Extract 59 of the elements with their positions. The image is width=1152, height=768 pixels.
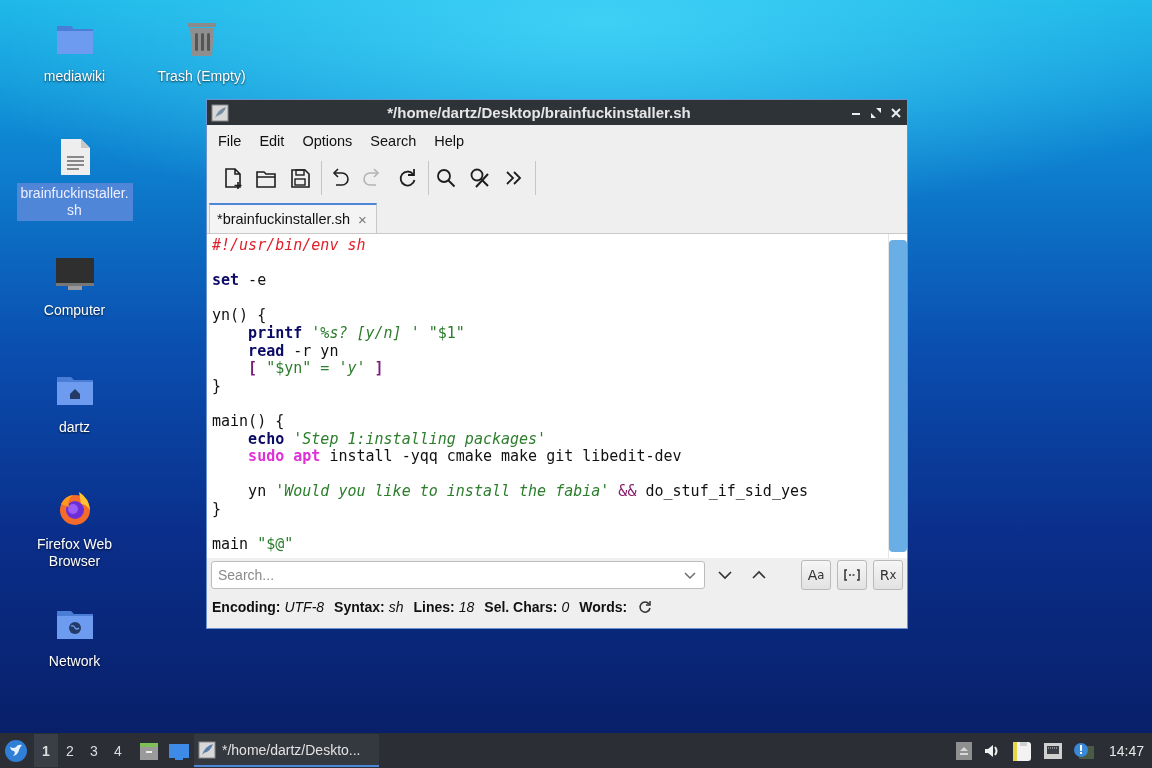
window-title: */home/dartz/Desktop/brainfuckinstaller.sh xyxy=(386,104,692,121)
maximize-icon[interactable] xyxy=(869,105,883,120)
code-line: } xyxy=(212,500,223,519)
whole-word-button[interactable] xyxy=(837,560,867,590)
scrollbar[interactable] xyxy=(888,234,907,558)
icon-label[interactable]: Network xyxy=(16,651,133,672)
status-label: Encoding: xyxy=(212,599,281,615)
workspace-button[interactable]: 2 xyxy=(58,734,82,767)
window-title: */home/dartz/Deskto... xyxy=(222,741,361,758)
eject-icon[interactable] xyxy=(954,740,973,761)
code-line: [ "$yn" = 'y' ] xyxy=(247,360,385,378)
workspace-button[interactable]: 4 xyxy=(106,734,130,767)
status-label: Sel. Chars: xyxy=(484,599,558,615)
search-field[interactable]: Search... xyxy=(211,561,705,589)
workspace-button[interactable]: 1 xyxy=(34,734,58,767)
menu-item[interactable]: File xyxy=(209,129,251,153)
code-line: yn() { xyxy=(212,307,268,325)
notification-icon[interactable] xyxy=(1072,740,1095,761)
code-line: } xyxy=(212,377,223,396)
menu-item[interactable]: Search xyxy=(361,129,426,153)
status-value: UTF-8 xyxy=(284,599,325,615)
clock: 14:47 xyxy=(1108,742,1144,759)
menu-item[interactable]: Options xyxy=(293,129,362,153)
code-line: main "$@" xyxy=(212,536,295,554)
code-line: yn 'Would you like to install the fabia' && do_stuf_if_sid_yes xyxy=(247,483,810,501)
code-line: #!/usr/bin/env sh xyxy=(212,237,367,255)
find-replace-icon[interactable] xyxy=(468,166,492,190)
file-tab[interactable]: *brainfuckinstaller.sh × xyxy=(209,203,377,233)
code-line: sudo apt install -yqq cmake make git libedit-dev xyxy=(247,448,683,466)
code-line: echo 'Step 1:installing packages' xyxy=(247,430,548,449)
start-menu-icon[interactable] xyxy=(4,738,28,763)
taskbar-window-button[interactable]: */home/dartz/Deskto... xyxy=(194,734,379,767)
clipboard-icon[interactable] xyxy=(1010,739,1033,762)
icon-label[interactable]: Computer xyxy=(16,300,133,321)
icon-label[interactable]: dartz xyxy=(16,417,133,438)
close-tab-icon[interactable]: × xyxy=(358,210,367,228)
app-icon[interactable] xyxy=(211,103,229,122)
close-icon[interactable] xyxy=(889,105,903,120)
refresh-button[interactable] xyxy=(637,599,654,615)
tab-label[interactable]: *brainfuckinstaller.sh xyxy=(217,211,350,227)
status-label: Lines: xyxy=(413,599,455,615)
code-line: printf '%s? [y/n] ' "$1" xyxy=(247,324,466,343)
network-icon[interactable] xyxy=(1041,740,1064,761)
icon-label[interactable]: Firefox Web Browser xyxy=(16,534,133,572)
menu-item[interactable]: Help xyxy=(425,129,474,153)
status-value: 18 xyxy=(458,599,475,615)
status-value: sh xyxy=(388,599,404,615)
workspace-button[interactable]: 3 xyxy=(82,734,106,767)
code-line: main() { xyxy=(212,412,286,431)
code-line: read -r yn xyxy=(247,342,340,361)
status-value: 0 xyxy=(561,599,570,615)
save-icon[interactable] xyxy=(288,166,312,190)
code-line: set -e xyxy=(212,272,268,290)
status-label: Words: xyxy=(579,599,628,615)
status-label: Syntax: xyxy=(334,599,385,615)
menu-item[interactable]: Edit xyxy=(250,129,294,153)
bracket-icon[interactable] xyxy=(843,568,861,582)
search-icon[interactable] xyxy=(434,166,458,190)
app-icon xyxy=(198,740,216,759)
